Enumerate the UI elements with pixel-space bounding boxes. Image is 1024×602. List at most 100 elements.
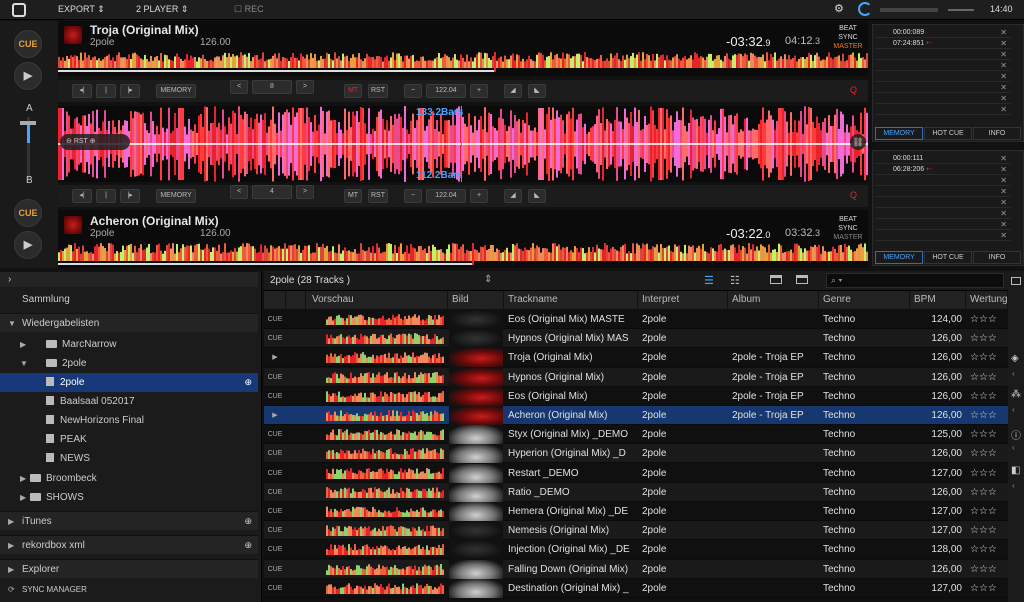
tree-explorer[interactable]: ▶ Explorer <box>0 559 258 578</box>
table-row[interactable]: CUE Restart _DEMO 2pole Techno 127,00 ☆☆☆ <box>264 463 1008 483</box>
palette-icon[interactable]: ◧ <box>1011 465 1020 476</box>
row-status[interactable]: CUE <box>264 483 286 502</box>
memory-cue-row-empty[interactable]: ✕ <box>875 82 1011 93</box>
memory-cue-row[interactable]: 07:24:851 ⇠ ✕ <box>875 38 1011 49</box>
memory-cue-row-empty[interactable]: ✕ <box>875 93 1011 104</box>
gear-icon[interactable]: ⚙ <box>834 2 844 15</box>
row-rating[interactable]: ☆☆☆ <box>966 502 1008 521</box>
column-rating[interactable]: Wertung <box>966 291 1008 309</box>
row-rating[interactable]: ☆☆☆ <box>966 406 1008 425</box>
memory-cue-row-empty[interactable]: ✕ <box>875 230 1011 241</box>
row-preview-waveform[interactable] <box>326 371 444 383</box>
row-preview-waveform[interactable] <box>326 563 444 575</box>
tree-collapse-toggle[interactable]: › <box>0 271 258 287</box>
table-row[interactable]: CUE Hemera (Original Mix) _DE 2pole Techno 1… <box>264 502 1008 521</box>
deck1-quantize-button[interactable]: Q <box>850 85 857 95</box>
table-row[interactable]: CUE Eos (Original Mix) 2pole 2pole - Troja … <box>264 386 1008 406</box>
layout-view-icon-2[interactable] <box>796 275 808 284</box>
deck2-tempo-plus[interactable]: + <box>470 189 488 203</box>
info-icon[interactable]: ⓘ <box>1011 427 1021 442</box>
deck2-cue-button[interactable]: CUE <box>14 199 42 227</box>
row-preview-waveform[interactable] <box>326 352 444 364</box>
row-preview-waveform[interactable] <box>326 410 444 421</box>
rekordbox-logo-icon[interactable] <box>12 3 26 17</box>
row-status[interactable]: CUE <box>264 502 286 521</box>
search-input[interactable]: ⌕ ▾ <box>826 273 1004 288</box>
tree-itunes[interactable]: ▶ iTunes ⊕ <box>0 511 258 530</box>
master-volume-slider[interactable] <box>948 9 974 11</box>
tree-folder-shows[interactable]: ▶ SHOWS <box>0 488 258 507</box>
deck2-loop-out-button[interactable]: |▸ <box>120 189 140 203</box>
tree-playlist-newhorizons[interactable]: NewHorizons Final <box>0 411 258 430</box>
deck1-tempo-plus[interactable]: + <box>470 84 488 98</box>
memory-cue-row-empty[interactable]: ✕ <box>875 71 1011 82</box>
row-preview-waveform[interactable] <box>326 486 444 498</box>
list-view-icon[interactable]: ☰ <box>704 274 714 287</box>
column-genre[interactable]: Genre <box>819 291 910 309</box>
row-rating[interactable]: ☆☆☆ <box>966 310 1008 329</box>
collapse-left-icon[interactable]: ‹ <box>1012 481 1015 490</box>
row-preview-waveform[interactable] <box>326 544 444 556</box>
deck1-loop-out-button[interactable]: |▸ <box>120 84 140 98</box>
row-rating[interactable]: ☆☆☆ <box>966 329 1008 348</box>
row-status[interactable]: CUE <box>264 387 286 406</box>
tab-info[interactable]: INFO <box>973 251 1021 264</box>
deck1-tempo-minus[interactable]: − <box>404 84 422 98</box>
table-row[interactable]: CUE Nemesis (Original Mix) 2pole Techno 127,… <box>264 521 1008 541</box>
row-rating[interactable]: ☆☆☆ <box>966 483 1008 502</box>
tree-rekordbox-xml[interactable]: ▶ rekordbox xml ⊕ <box>0 535 258 554</box>
row-rating[interactable]: ☆☆☆ <box>966 444 1008 463</box>
tree-playlist-news[interactable]: NEWS <box>0 449 258 468</box>
row-status[interactable]: CUE <box>264 464 286 483</box>
tab-hot-cue[interactable]: HOT CUE <box>924 127 972 140</box>
row-preview-waveform[interactable] <box>326 583 444 594</box>
artwork-list-view-icon[interactable]: ☷ <box>730 274 740 287</box>
row-rating[interactable]: ☆☆☆ <box>966 387 1008 406</box>
row-rating[interactable]: ☆☆☆ <box>966 540 1008 559</box>
collapse-left-icon[interactable]: ‹ <box>1012 405 1015 414</box>
deck2-beatjump-forward[interactable]: > <box>296 185 314 199</box>
memory-cue-row-empty[interactable]: ✕ <box>875 49 1011 60</box>
memory-cue-row-empty[interactable]: ✕ <box>875 175 1011 186</box>
deck1-mt-button[interactable]: MT <box>344 84 362 98</box>
row-rating[interactable]: ☆☆☆ <box>966 368 1008 387</box>
memory-cue-row[interactable]: 00:00:089 ✕ <box>875 27 1011 38</box>
tab-memory[interactable]: MEMORY <box>875 127 923 140</box>
deck2-loop-button[interactable]: | <box>96 189 116 203</box>
deck2-nudge-forward[interactable]: ◣ <box>528 189 546 203</box>
deck1-nudge-back[interactable]: ◢ <box>504 84 522 98</box>
column-artist[interactable]: Interpret <box>638 291 728 309</box>
row-status[interactable]: CUE <box>264 425 286 444</box>
deck1-play-button[interactable]: ▶ <box>14 62 42 90</box>
tree-playlist-baalsaal[interactable]: Baalsaal 052017 <box>0 392 258 411</box>
row-preview-waveform[interactable] <box>326 448 444 460</box>
row-status[interactable]: ▶ <box>264 348 286 367</box>
row-rating[interactable]: ☆☆☆ <box>966 560 1008 579</box>
deck1-beatjump-back[interactable]: < <box>230 80 248 94</box>
row-status[interactable]: CUE <box>264 560 286 579</box>
row-rating[interactable]: ☆☆☆ <box>966 348 1008 367</box>
column-preview[interactable]: Vorschau <box>306 291 448 309</box>
player-mode-select[interactable]: 2 PLAYER ⇕ <box>136 4 188 15</box>
tree-collection[interactable]: Sammlung <box>0 290 258 309</box>
deck1-rst-button[interactable]: RST <box>368 84 388 98</box>
table-row[interactable]: ▶ Acheron (Original Mix) 2pole 2pole - Troj… <box>264 406 1008 425</box>
deck1-beat-sync[interactable]: BEAT SYNC MASTER <box>833 24 863 51</box>
related-tracks-icon[interactable]: ⁂ <box>1011 389 1021 400</box>
column-album[interactable]: Album <box>728 291 819 309</box>
row-status[interactable]: CUE <box>264 579 286 598</box>
tree-folder-broombeck[interactable]: ▶ Broombeck <box>0 469 258 488</box>
row-status[interactable]: CUE <box>264 444 286 463</box>
collapse-left-icon[interactable]: ‹ <box>1012 443 1015 452</box>
zoom-controls[interactable]: ⊖ RST ⊕ <box>60 134 130 150</box>
table-row[interactable]: CUE Eos (Original Mix) MASTE 2pole Techno 12… <box>264 310 1008 329</box>
memory-cue-row-empty[interactable]: ✕ <box>875 104 1011 115</box>
memory-cue-row[interactable]: 06:28:206 ⇠ ✕ <box>875 164 1011 175</box>
column-trackname[interactable]: Trackname <box>504 291 638 309</box>
deck1-beatjump-forward[interactable]: > <box>296 80 314 94</box>
memory-cue-row-empty[interactable]: ✕ <box>875 186 1011 197</box>
row-status[interactable]: CUE <box>264 368 286 387</box>
link-icon[interactable]: ⛓ <box>850 134 866 150</box>
tree-playlist-2pole[interactable]: 2pole ⊕ <box>0 373 258 392</box>
tag-icon[interactable]: ◈ <box>1011 353 1019 364</box>
